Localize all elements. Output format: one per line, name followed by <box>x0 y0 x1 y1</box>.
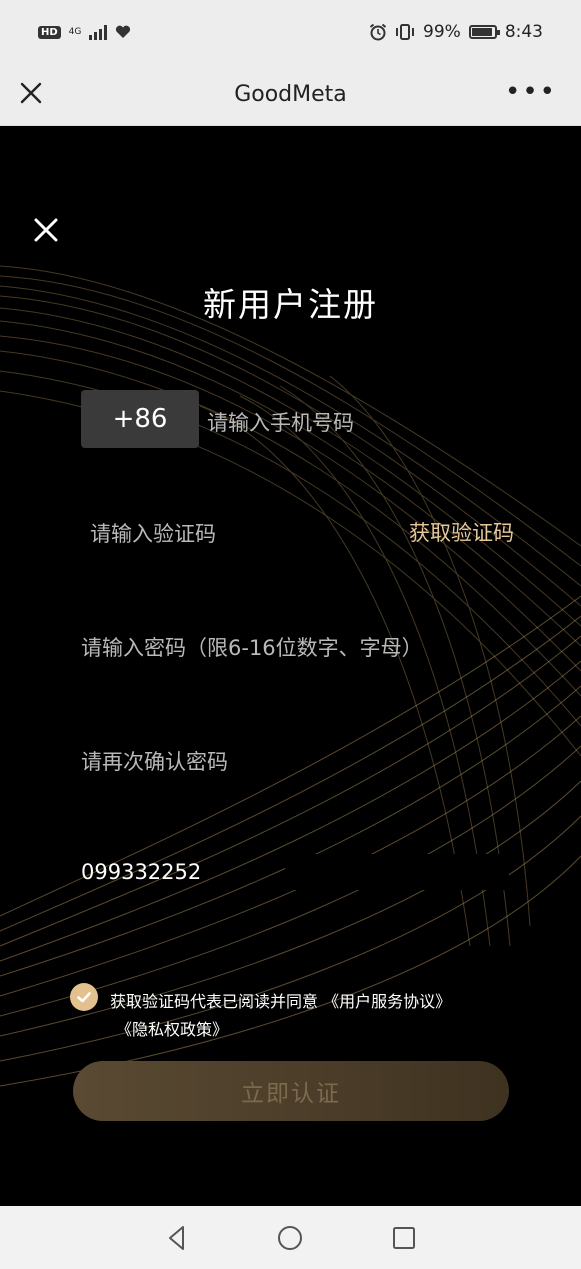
dialog-close-icon[interactable] <box>30 214 62 246</box>
status-right: 99% 8:43 <box>369 22 543 42</box>
verification-code-input[interactable]: 请输入验证码 <box>90 518 216 548</box>
close-icon[interactable] <box>16 78 46 108</box>
hd-badge: HD <box>38 25 61 39</box>
invite-code-input[interactable]: 099332252 <box>81 860 201 884</box>
agreement-text: 获取验证码代表已阅读并同意 《用户服务协议》 《隐私权政策》 <box>110 988 510 1044</box>
signal-icon <box>89 24 108 40</box>
agreement-checkbox[interactable] <box>70 983 98 1011</box>
phone-input[interactable]: 请输入手机号码 <box>207 407 354 437</box>
recents-icon[interactable] <box>389 1223 419 1253</box>
network-label: 4G <box>68 27 82 37</box>
page-title: 新用户注册 <box>203 285 378 324</box>
redaction-bar <box>285 854 509 890</box>
privacy-policy-link[interactable]: 《隐私权政策》 <box>110 1016 510 1044</box>
clock: 8:43 <box>504 22 543 42</box>
system-nav-bar <box>0 1206 581 1269</box>
battery-percent: 99% <box>423 22 461 42</box>
home-icon[interactable] <box>275 1223 305 1253</box>
back-icon[interactable] <box>162 1223 192 1253</box>
confirm-password-input[interactable]: 请再次确认密码 <box>81 746 228 776</box>
password-input[interactable]: 请输入密码（限6-16位数字、字母） <box>81 632 423 662</box>
heart-icon <box>116 25 131 38</box>
battery-icon <box>468 25 500 39</box>
country-code-selector[interactable]: +86 <box>81 390 199 448</box>
status-bar: HD 4G 99% 8:43 <box>0 0 581 64</box>
submit-button[interactable]: 立即认证 <box>73 1061 509 1121</box>
register-screen: 新用户注册 +86 请输入手机号码 请输入验证码 获取验证码 请输入密码（限6-… <box>0 126 581 1206</box>
agreement-line1[interactable]: 获取验证码代表已阅读并同意 《用户服务协议》 <box>110 992 451 1011</box>
title-bar: GoodMeta ••• <box>0 64 581 126</box>
app-title: GoodMeta <box>234 82 347 107</box>
vibrate-icon <box>396 24 415 40</box>
more-menu-icon[interactable]: ••• <box>505 79 557 105</box>
get-code-button[interactable]: 获取验证码 <box>409 517 514 547</box>
status-left: HD 4G <box>38 24 131 40</box>
alarm-icon <box>369 23 387 41</box>
checkmark-icon <box>77 992 91 1003</box>
